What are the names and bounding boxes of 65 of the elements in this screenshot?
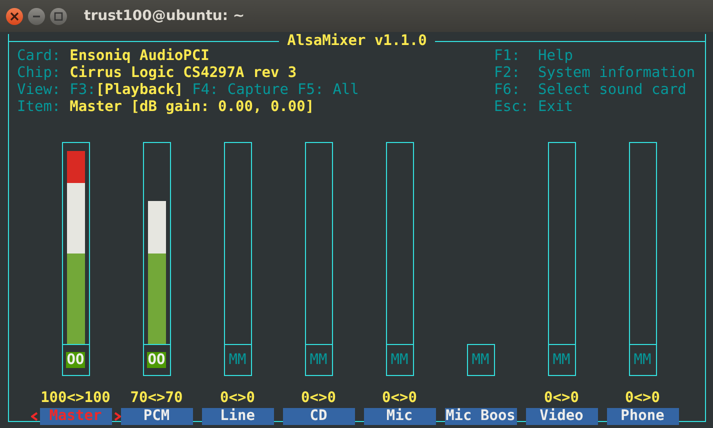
mute-switch[interactable]: MM bbox=[628, 344, 656, 376]
volume-bar[interactable] bbox=[386, 142, 414, 344]
selection-marker-icon bbox=[30, 412, 38, 421]
channel-label[interactable]: Line bbox=[202, 408, 274, 425]
mute-switch[interactable]: OO bbox=[62, 344, 90, 376]
info-label: View: bbox=[17, 82, 61, 98]
volume-bar[interactable] bbox=[628, 142, 656, 344]
help-action: System information bbox=[538, 65, 696, 81]
channel-label[interactable]: Mic bbox=[364, 408, 436, 425]
help-key: F6: bbox=[494, 82, 538, 99]
switch-state: MM bbox=[390, 352, 408, 368]
volume-bar[interactable] bbox=[304, 142, 332, 344]
switch-state: OO bbox=[66, 352, 86, 368]
view-key: F5: bbox=[297, 82, 324, 98]
info-label: Item: bbox=[17, 99, 61, 115]
maximize-icon[interactable] bbox=[50, 8, 67, 24]
info-value: Master [dB gain: 0.00, 0.00] bbox=[70, 99, 314, 115]
view-tab[interactable]: Capture bbox=[227, 82, 288, 98]
info-label: Card: bbox=[17, 48, 61, 64]
volume-value: 100<>100 bbox=[40, 390, 110, 406]
volume-value: 70<>70 bbox=[130, 390, 183, 406]
view-tab[interactable]: All bbox=[332, 82, 359, 98]
info-value: Cirrus Logic CS4297A rev 3 bbox=[70, 65, 297, 81]
switch-state: MM bbox=[552, 352, 570, 368]
info-label: Chip: bbox=[17, 65, 61, 81]
help-action: Exit bbox=[538, 99, 573, 115]
switch-state: OO bbox=[146, 352, 166, 368]
channel-label[interactable]: Video bbox=[526, 408, 598, 425]
help-action: Select sound card bbox=[538, 82, 686, 98]
channel-label[interactable]: Phone bbox=[606, 408, 678, 425]
volume-value: 0<>0 bbox=[301, 390, 336, 406]
help-key: F2: bbox=[494, 65, 538, 82]
channel-label[interactable]: Mic Boos bbox=[444, 408, 516, 425]
volume-bar[interactable] bbox=[62, 142, 90, 344]
help-key: Esc: bbox=[494, 99, 538, 116]
view-key: F4: bbox=[192, 82, 218, 98]
minimize-icon[interactable] bbox=[28, 8, 45, 24]
help-key: F1: bbox=[494, 48, 538, 65]
mute-switch[interactable]: MM bbox=[548, 344, 576, 376]
volume-bar[interactable] bbox=[224, 142, 252, 344]
mute-switch[interactable]: MM bbox=[224, 344, 252, 376]
view-key: F3: bbox=[70, 82, 96, 98]
volume-bar[interactable] bbox=[548, 142, 576, 344]
switch-state: MM bbox=[472, 352, 490, 368]
help-action: Help bbox=[538, 48, 573, 64]
view-tab[interactable]: [Playback] bbox=[96, 82, 184, 98]
selection-marker-icon bbox=[114, 412, 120, 421]
volume-value: 0<>0 bbox=[220, 390, 255, 406]
channel-label[interactable]: PCM bbox=[120, 408, 192, 425]
channel-label[interactable]: CD bbox=[282, 408, 354, 425]
info-value: Ensoniq AudioPCI bbox=[70, 48, 210, 64]
switch-state: MM bbox=[310, 352, 328, 368]
volume-value: 0<>0 bbox=[382, 390, 417, 406]
mute-switch[interactable]: OO bbox=[142, 344, 170, 376]
window-title: trust100@ubuntu: ~ bbox=[84, 8, 245, 24]
mute-switch[interactable]: MM bbox=[304, 344, 332, 376]
switch-state: MM bbox=[228, 352, 246, 368]
mute-switch[interactable]: MM bbox=[386, 344, 414, 376]
mixer-title: AlsaMixer v1.1.0 bbox=[286, 33, 428, 49]
switch-state: MM bbox=[634, 352, 652, 368]
volume-value: 0<>0 bbox=[544, 390, 579, 406]
volume-bar[interactable] bbox=[142, 142, 170, 344]
volume-value: 0<>0 bbox=[625, 390, 660, 406]
close-icon[interactable] bbox=[6, 8, 23, 24]
mute-switch[interactable]: MM bbox=[466, 344, 494, 376]
